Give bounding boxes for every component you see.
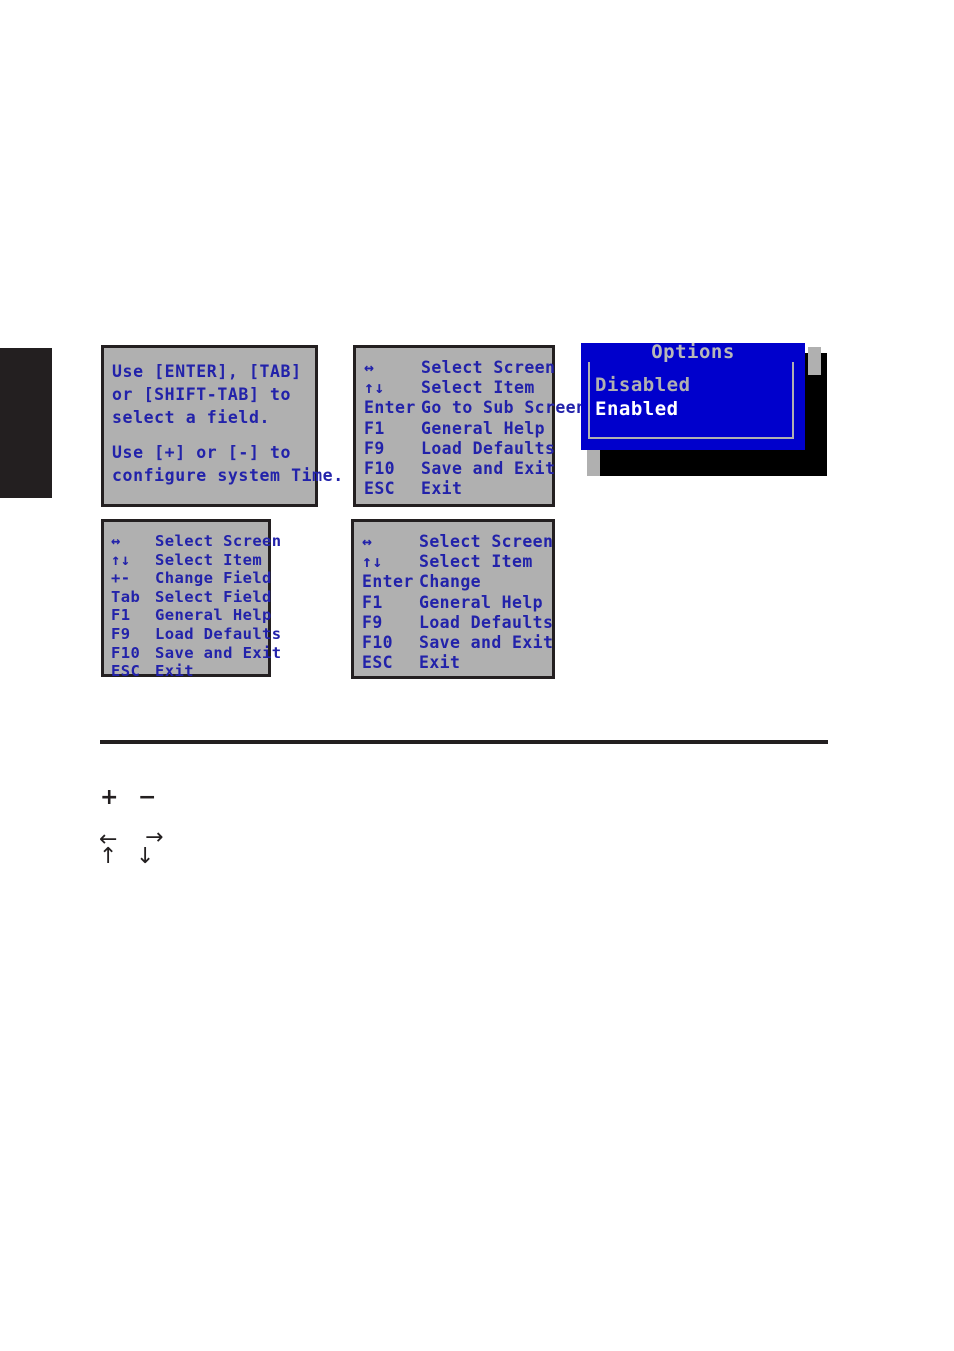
legend-description: General Help xyxy=(421,418,546,438)
key-legend-change-panel: ↔ Select Screen ↑↓ Select Item Enter Cha… xyxy=(351,519,555,679)
legend-key: F1 xyxy=(111,606,131,625)
legend-row: F10 Save and Exit xyxy=(364,459,556,479)
legend-description: Select Screen xyxy=(419,532,554,551)
legend-row: F9 Load Defaults xyxy=(362,612,554,633)
legend-row: ESC Exit xyxy=(362,653,552,673)
legend-description: Go to Sub Screen xyxy=(421,398,587,418)
legend-description: Select Field xyxy=(155,587,272,606)
legend-row: F1 General Help xyxy=(362,593,552,613)
legend-description: Exit xyxy=(155,662,194,681)
help-text-panel: Use [ENTER], [TAB] or [SHIFT-TAB] to sel… xyxy=(101,345,344,507)
help-line: or [SHIFT-TAB] to xyxy=(112,385,292,404)
help-line: Use [ENTER], [TAB] xyxy=(112,362,302,381)
section-divider xyxy=(100,740,828,744)
legend-key: F9 xyxy=(362,612,383,632)
legend-key: ↔ xyxy=(364,358,375,377)
legend-row: F10 Save and Exit xyxy=(362,633,554,653)
key-legend-subscreen-panel: ↔ Select Screen ↑↓ Select Item Enter Go … xyxy=(353,345,586,507)
legend-key: Enter xyxy=(364,398,416,418)
legend-row: F10 Save and Exit xyxy=(111,643,281,663)
legend-row: ↑↓ Select Item xyxy=(362,552,552,572)
legend-row: F9 Load Defaults xyxy=(364,438,556,459)
legend-key: ESC xyxy=(364,479,396,499)
legend-key: F9 xyxy=(111,624,131,643)
legend-description: General Help xyxy=(155,606,272,625)
legend-key: ↔ xyxy=(111,532,121,550)
legend-description: Save and Exit xyxy=(155,643,282,662)
legend-row: ESC Exit xyxy=(364,479,552,499)
options-popup-title: Options xyxy=(581,343,805,362)
legend-row: F1 General Help xyxy=(111,606,271,625)
legend-key: ↑↓ xyxy=(111,550,131,569)
legend-row: ↑↓ Select Item xyxy=(111,551,268,570)
options-popup-body: Options Disabled Enabled xyxy=(581,343,805,450)
legend-description: General Help xyxy=(419,592,544,612)
help-line: select a field. xyxy=(112,408,271,427)
legend-key: F1 xyxy=(362,592,383,612)
plus-key-icon: + xyxy=(100,785,119,810)
legend-description: Exit xyxy=(419,653,461,673)
legend-key: F10 xyxy=(362,633,394,653)
options-popup[interactable]: Options Disabled Enabled xyxy=(581,343,827,476)
legend-key: ESC xyxy=(362,653,394,673)
option-item-disabled[interactable]: Disabled xyxy=(595,374,691,396)
page-edge-tab xyxy=(0,348,52,498)
scrollbar-thumb-vertical[interactable] xyxy=(808,347,821,375)
legend-row: Enter Go to Sub Screen xyxy=(364,398,586,418)
legend-key: Tab xyxy=(111,587,141,606)
legend-key: Enter xyxy=(362,572,414,592)
legend-description: Select Item xyxy=(155,550,263,569)
legend-row: ↔ Select Screen xyxy=(364,358,556,378)
options-popup-frame xyxy=(588,354,794,439)
legend-description: Load Defaults xyxy=(419,612,554,632)
legend-description: Change xyxy=(419,572,482,592)
help-spacer xyxy=(112,429,305,441)
legend-key: ↔ xyxy=(362,532,373,551)
legend-description: Exit xyxy=(421,479,463,499)
minus-key-icon: − xyxy=(138,785,157,810)
help-line: configure system Time. xyxy=(112,466,344,485)
legend-row: F9 Load Defaults xyxy=(111,624,281,644)
legend-description: Load Defaults xyxy=(421,438,556,458)
scrollbar-thumb-horizontal[interactable] xyxy=(587,450,600,476)
help-line: Use [+] or [-] to xyxy=(112,443,292,462)
legend-row: Tab Select Field xyxy=(111,587,271,607)
legend-key: +- xyxy=(111,569,131,588)
legend-description: Select Item xyxy=(421,378,535,398)
legend-description: Select Screen xyxy=(421,358,556,377)
legend-key: F10 xyxy=(111,643,141,662)
legend-key: F1 xyxy=(364,418,385,438)
legend-description: Load Defaults xyxy=(155,624,282,643)
legend-row: ESC Exit xyxy=(111,662,268,681)
legend-key: F9 xyxy=(364,438,385,458)
legend-description: Select Screen xyxy=(155,532,282,550)
legend-row: ↔ Select Screen xyxy=(362,532,554,552)
legend-key: ↑↓ xyxy=(362,552,383,572)
legend-description: Select Item xyxy=(419,552,533,572)
legend-description: Save and Exit xyxy=(421,459,556,479)
legend-row: ↑↓ Select Item xyxy=(364,378,552,398)
legend-description: Save and Exit xyxy=(419,633,554,653)
legend-row: ↔ Select Screen xyxy=(111,532,281,551)
arrow-up-icon: ↑ xyxy=(99,844,118,869)
legend-key: F10 xyxy=(364,459,396,479)
legend-row: Enter Change xyxy=(362,572,552,592)
option-item-enabled[interactable]: Enabled xyxy=(595,398,679,420)
arrow-down-icon: ↓ xyxy=(136,844,155,869)
legend-description: Change Field xyxy=(155,569,272,588)
legend-key: ↑↓ xyxy=(364,378,385,398)
key-legend-changefield-panel: ↔ Select Screen ↑↓ Select Item +- Change… xyxy=(101,519,281,680)
legend-key: ESC xyxy=(111,662,141,681)
legend-row: F1 General Help xyxy=(364,419,552,439)
legend-row: +- Change Field xyxy=(111,569,271,588)
